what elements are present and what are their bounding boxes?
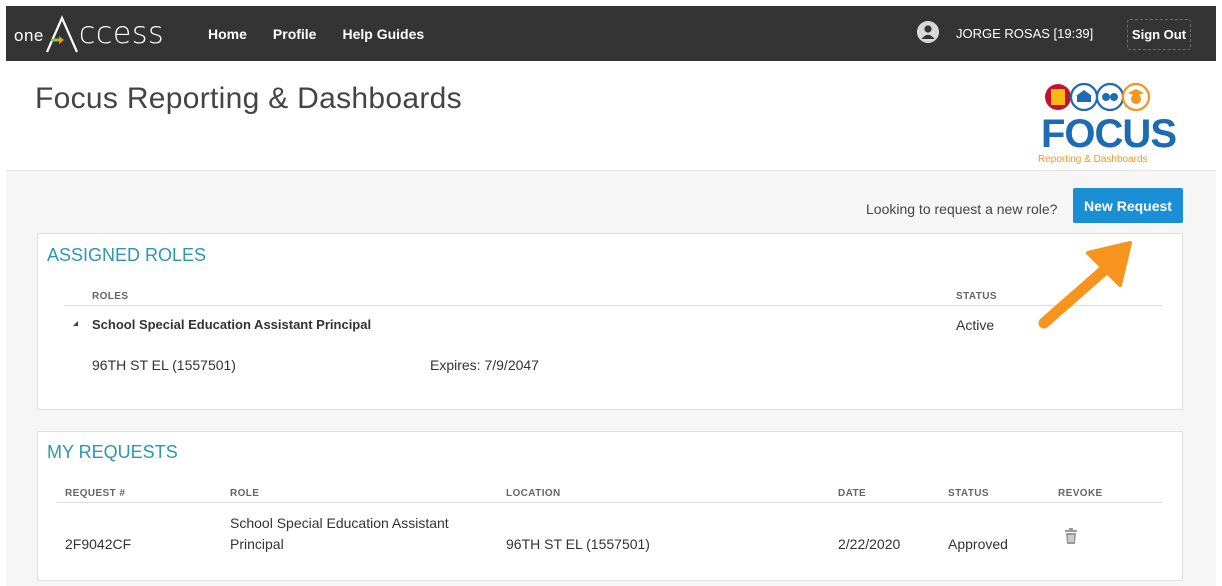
request-status: Approved (948, 536, 1008, 552)
focus-wordmark: FOCUS (1041, 112, 1177, 156)
request-date: 2/22/2020 (838, 536, 901, 552)
collapse-caret-icon[interactable] (72, 320, 80, 328)
annotation-arrow-icon (1038, 241, 1132, 329)
nav-help-guides[interactable]: Help Guides (342, 26, 424, 42)
user-name-session: JORGE ROSAS [19:39] (956, 26, 1094, 41)
user-avatar-icon (917, 21, 939, 43)
logo-a-mark-icon (45, 15, 78, 53)
nav-home[interactable]: Home (208, 26, 247, 42)
request-role-line1: School Special Education Assistant (230, 515, 449, 531)
request-number: 2F9042CF (65, 536, 132, 552)
new-request-button[interactable]: New Request (1073, 188, 1183, 223)
top-nav-bar: one ccess Home Profile Help Guides JORGE… (6, 6, 1216, 61)
nav-profile[interactable]: Profile (273, 26, 317, 42)
trash-icon[interactable] (1064, 528, 1078, 545)
focus-logo-circles-icon (1045, 82, 1151, 112)
sign-out-button[interactable]: Sign Out (1127, 19, 1191, 50)
new-role-prompt: Looking to request a new role? (866, 201, 1058, 217)
roles-column-header: ROLES (92, 291, 129, 302)
oneaccess-logo[interactable]: one ccess (14, 10, 164, 54)
assigned-role-location: 96TH ST EL (1557501) (92, 357, 236, 373)
request-number-column-header: REQUEST # (65, 488, 126, 499)
focus-tagline: Reporting & Dashboards (1038, 154, 1148, 165)
main-nav: Home Profile Help Guides (208, 6, 450, 61)
date-column-header: DATE (838, 488, 867, 499)
requests-header-divider (57, 502, 1162, 503)
my-requests-title: MY REQUESTS (47, 442, 178, 462)
focus-tagline-dashboards: Dashboards (1093, 154, 1148, 165)
logo-prefix: one (14, 26, 44, 45)
assigned-roles-title: ASSIGNED ROLES (47, 245, 207, 265)
focus-tagline-reporting: Reporting (1038, 154, 1082, 165)
roles-header-divider (64, 305, 1162, 306)
assigned-role-status: Active (956, 317, 995, 333)
logo-suffix: ccess (78, 16, 165, 51)
request-location: 96TH ST EL (1557501) (506, 536, 650, 552)
focus-brand-logo: FOCUS Reporting & Dashboards (1038, 82, 1178, 167)
request-role-line2: Principal (230, 536, 284, 552)
location-column-header: LOCATION (506, 488, 561, 499)
my-requests-panel (37, 431, 1183, 581)
request-status-column-header: STATUS (948, 488, 989, 499)
role-column-header: ROLE (230, 488, 260, 499)
assigned-role-name[interactable]: School Special Education Assistant Princ… (92, 317, 371, 332)
assigned-role-expires: Expires: 7/9/2047 (430, 357, 539, 373)
roles-status-column-header: STATUS (956, 291, 997, 302)
revoke-column-header: REVOKE (1058, 488, 1103, 499)
focus-tagline-amp: & (1081, 154, 1094, 165)
page-title: Focus Reporting & Dashboards (35, 82, 462, 115)
